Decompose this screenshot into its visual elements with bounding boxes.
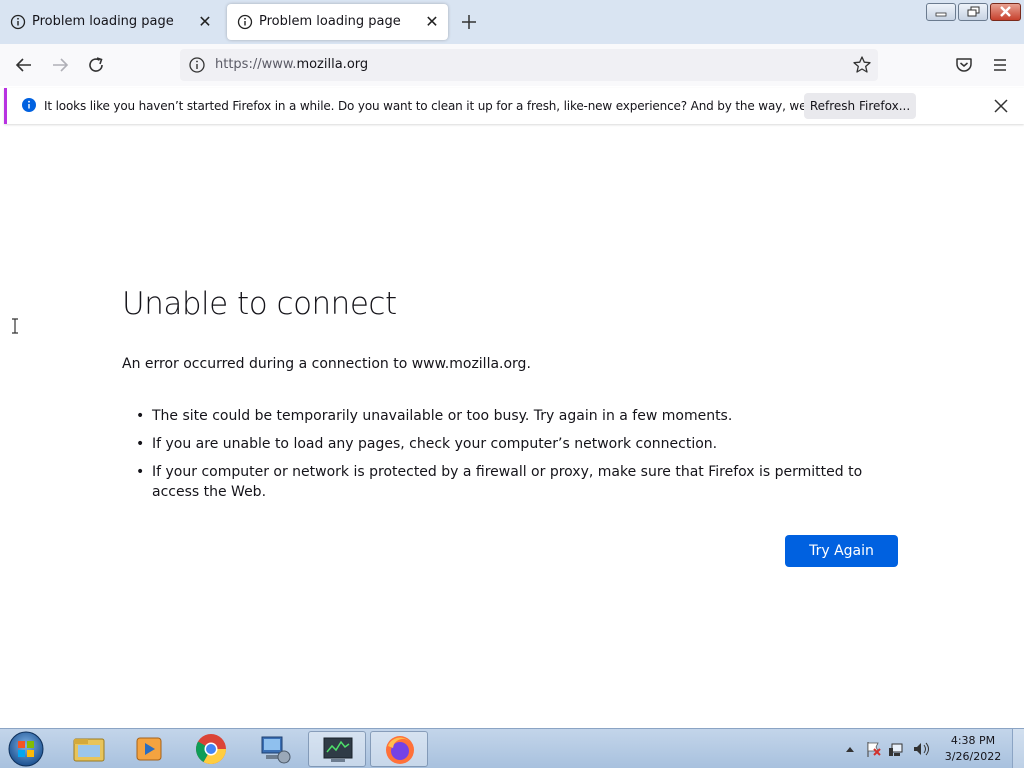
firefox-icon	[386, 736, 414, 764]
taskbar-task-manager[interactable]	[308, 731, 366, 767]
info-circle-icon	[237, 14, 253, 30]
show-hidden-icons-chevron[interactable]	[846, 747, 854, 752]
reload-icon[interactable]	[84, 53, 108, 77]
system-tray	[842, 737, 942, 761]
list-item: The site could be temporarily unavailabl…	[136, 406, 906, 426]
media-player-icon	[136, 737, 162, 761]
error-description: An error occurred during a connection to…	[122, 356, 531, 372]
network-computer-icon	[261, 736, 291, 764]
tray-icons	[846, 742, 929, 757]
tab-active[interactable]: Problem loading page ✕	[227, 4, 448, 40]
taskbar: 4:38 PM 3/26/2022	[0, 728, 1024, 768]
refresh-notification-bar: It looks like you haven’t started Firefo…	[4, 88, 1024, 124]
list-item: If your computer or network is protected…	[136, 462, 906, 502]
info-icon	[22, 98, 36, 112]
star-icon[interactable]	[852, 55, 872, 75]
error-title: Unable to connect	[122, 286, 397, 322]
network-icon[interactable]	[889, 743, 903, 756]
close-icon	[1000, 6, 1011, 17]
show-desktop-button[interactable]	[1012, 729, 1024, 768]
text-cursor-icon	[12, 318, 18, 334]
action-center-flag-icon[interactable]	[867, 742, 881, 757]
taskbar-media-player[interactable]	[120, 731, 178, 767]
tab-title: Problem loading page	[32, 14, 174, 29]
taskbar-file-explorer[interactable]	[60, 731, 118, 767]
new-tab-plus-icon[interactable]	[459, 12, 479, 32]
taskbar-network-computer[interactable]	[246, 731, 304, 767]
pocket-icon[interactable]	[952, 53, 976, 77]
tab-title: Problem loading page	[259, 14, 401, 29]
close-icon[interactable]	[991, 96, 1011, 116]
error-page: Unable to connect An error occurred duri…	[0, 128, 1024, 728]
error-suggestions-list: The site could be temporarily unavailabl…	[136, 406, 906, 510]
taskbar-firefox[interactable]	[370, 731, 428, 767]
minimize-icon	[935, 12, 947, 17]
notification-message: It looks like you haven’t started Firefo…	[44, 99, 879, 113]
url-bar[interactable]: https://www.mozilla.org	[180, 49, 878, 81]
task-manager-icon	[323, 737, 353, 762]
close-icon[interactable]: ✕	[424, 14, 440, 30]
list-item: If you are unable to load any pages, che…	[136, 434, 906, 454]
url-prefix: https://www.	[215, 57, 297, 72]
url-domain: mozilla.org	[296, 57, 369, 72]
close-icon[interactable]: ✕	[197, 14, 213, 30]
forward-arrow-icon[interactable]	[48, 53, 72, 77]
window-minimize-button[interactable]	[926, 3, 956, 21]
volume-icon[interactable]	[914, 742, 929, 756]
tab-inactive[interactable]: Problem loading page ✕	[0, 4, 221, 40]
refresh-firefox-button[interactable]: Refresh Firefox...	[804, 93, 916, 119]
system-clock[interactable]: 4:38 PM 3/26/2022	[940, 733, 1006, 765]
info-circle-icon[interactable]	[188, 56, 206, 74]
start-button-icon[interactable]	[6, 730, 46, 768]
chrome-icon	[195, 734, 226, 765]
clock-time: 4:38 PM	[950, 734, 996, 747]
url-text[interactable]: https://www.mozilla.org	[215, 57, 368, 72]
info-circle-icon	[10, 14, 26, 30]
hamburger-menu-icon[interactable]	[988, 53, 1012, 77]
window-close-button[interactable]	[990, 3, 1021, 21]
restore-icon	[967, 6, 980, 17]
file-explorer-icon	[73, 738, 105, 762]
window-restore-button[interactable]	[958, 3, 988, 21]
try-again-button[interactable]: Try Again	[785, 535, 898, 567]
back-arrow-icon[interactable]	[12, 53, 36, 77]
title-bar: Problem loading page ✕ Problem loading p…	[0, 0, 1024, 44]
navigation-toolbar: https://www.mozilla.org	[0, 44, 1024, 86]
taskbar-chrome[interactable]	[182, 731, 240, 767]
clock-date: 3/26/2022	[944, 750, 1002, 763]
